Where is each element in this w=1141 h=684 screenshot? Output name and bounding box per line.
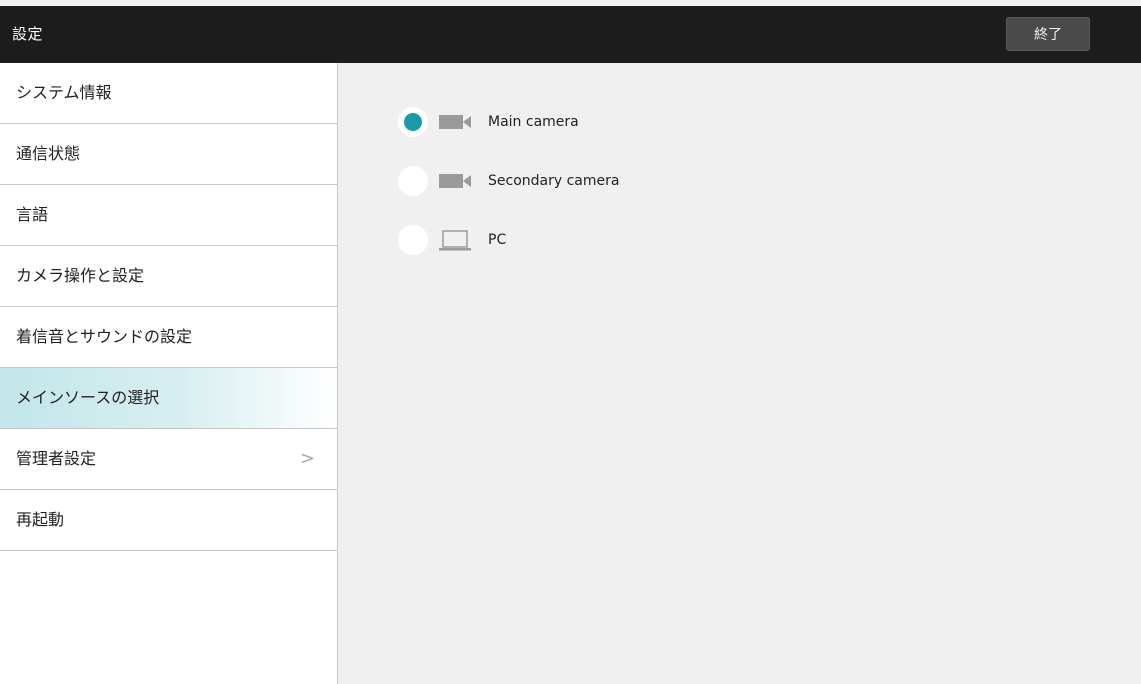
sidebar-item-label: 言語 xyxy=(16,205,49,224)
sidebar-item-camera-control[interactable]: カメラ操作と設定 xyxy=(0,246,337,307)
exit-button[interactable]: 終了 xyxy=(1006,17,1090,51)
option-label: Secondary camera xyxy=(488,173,620,189)
option-secondary-camera[interactable]: Secondary camera xyxy=(398,164,758,198)
option-label: Main camera xyxy=(488,114,579,130)
sidebar-item-language[interactable]: 言語 xyxy=(0,185,337,246)
title-bar: 設定 終了 xyxy=(0,6,1141,63)
option-main-camera[interactable]: Main camera xyxy=(398,105,758,139)
sidebar-item-label: 再起動 xyxy=(16,510,65,529)
video-camera-icon xyxy=(439,115,471,129)
sidebar-item-label: カメラ操作と設定 xyxy=(16,266,145,285)
radio-pc[interactable] xyxy=(398,225,428,255)
page-title: 設定 xyxy=(12,25,44,43)
chevron-right-icon: > xyxy=(299,448,315,469)
option-label: PC xyxy=(488,232,507,248)
sidebar-item-admin-settings[interactable]: 管理者設定 > xyxy=(0,429,337,490)
sidebar-item-restart[interactable]: 再起動 xyxy=(0,490,337,551)
main-source-panel: Main camera Secondary camera PC xyxy=(338,63,1141,684)
sidebar-item-system-info[interactable]: システム情報 xyxy=(0,63,337,124)
radio-main-camera[interactable] xyxy=(398,107,428,137)
sidebar-item-label: メインソースの選択 xyxy=(16,388,160,407)
sidebar-item-main-source[interactable]: メインソースの選択 xyxy=(0,368,337,429)
sidebar-item-label: システム情報 xyxy=(16,83,112,102)
radio-secondary-camera[interactable] xyxy=(398,166,428,196)
sidebar-item-label: 通信状態 xyxy=(16,144,81,163)
settings-sidebar: システム情報 通信状態 言語 カメラ操作と設定 着信音とサウンドの設定 メインソ… xyxy=(0,63,338,684)
video-camera-icon xyxy=(439,174,471,188)
option-pc[interactable]: PC xyxy=(398,223,758,257)
sidebar-item-ringtone-sound[interactable]: 着信音とサウンドの設定 xyxy=(0,307,337,368)
sidebar-item-call-status[interactable]: 通信状態 xyxy=(0,124,337,185)
sidebar-item-label: 管理者設定 xyxy=(16,449,97,468)
settings-window: 設定 終了 システム情報 通信状態 言語 カメラ操作と設定 着信音とサウンドの設… xyxy=(0,0,1141,684)
laptop-icon xyxy=(439,230,471,251)
sidebar-item-label: 着信音とサウンドの設定 xyxy=(16,327,193,346)
